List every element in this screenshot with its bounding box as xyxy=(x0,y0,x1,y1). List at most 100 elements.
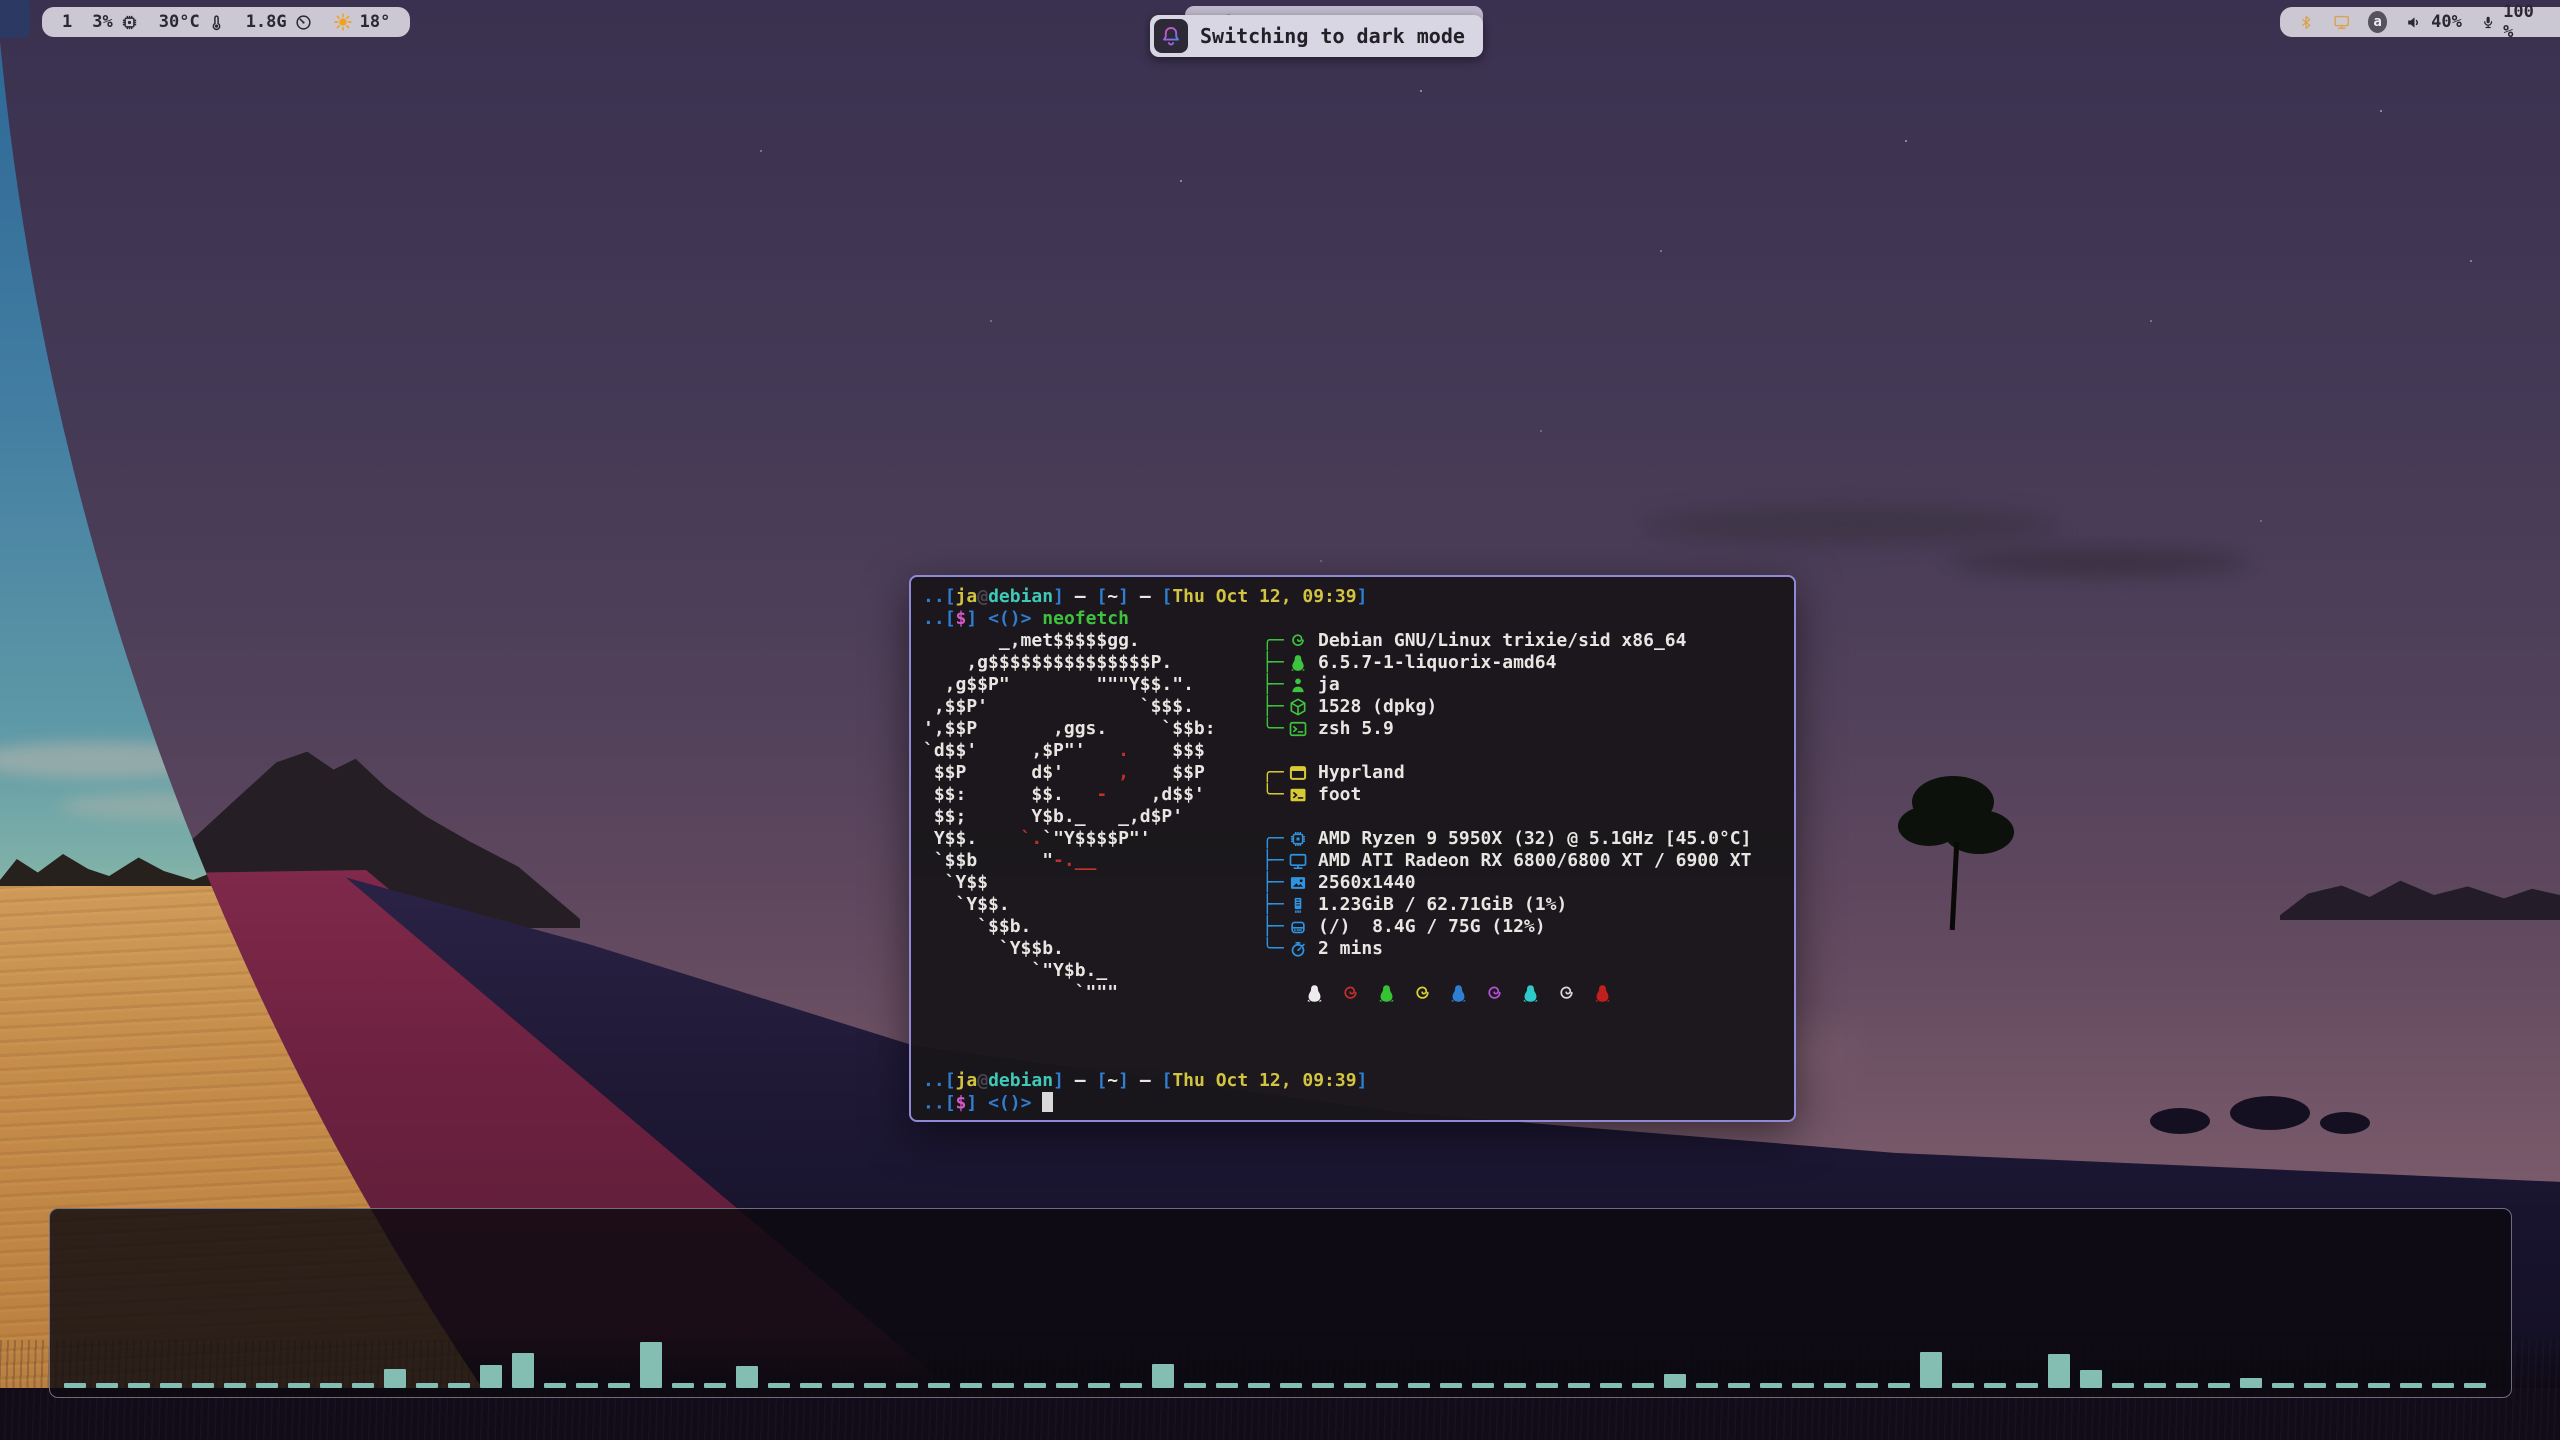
text-segment: neofetch xyxy=(1042,608,1129,629)
text-segment: ja xyxy=(956,1070,978,1091)
tree-branch: ├─ xyxy=(1262,850,1288,872)
text-segment: `""" xyxy=(923,982,1118,1003)
visualizer-bar xyxy=(128,1383,150,1388)
text-segment: Thu Oct 12, 09:39 xyxy=(1172,586,1356,607)
visualizer-bar xyxy=(672,1383,694,1388)
neofetch-info-row: ├─ 6.5.7-1-liquorix-amd64 xyxy=(1262,652,1751,674)
gpu-icon xyxy=(1288,851,1308,871)
visualizer-bar xyxy=(1600,1383,1622,1388)
visualizer-bar xyxy=(1024,1383,1046,1388)
visualizer-bar xyxy=(64,1383,86,1388)
blank-line xyxy=(1262,740,1751,762)
text-segment: @ xyxy=(977,586,988,607)
thermometer-icon xyxy=(207,13,226,32)
night-cloud xyxy=(1950,548,2250,576)
text-segment: .. xyxy=(923,1070,945,1091)
display-tray-icon[interactable] xyxy=(2333,12,2350,32)
terminal-icon-cell xyxy=(1288,785,1318,805)
neofetch-info-row: ├─2560x1440 xyxy=(1262,872,1751,894)
neofetch-info-row: ├─1528 (dpkg) xyxy=(1262,696,1751,718)
visualizer-bar xyxy=(1472,1383,1494,1388)
terminal-window[interactable]: ..[ja@debian] – [~] – [Thu Oct 12, 09:39… xyxy=(909,575,1796,1122)
tree-branch: ╰─ xyxy=(1262,784,1288,806)
terminal-icon xyxy=(1288,785,1308,805)
neofetch-info-row: ╰─2 mins xyxy=(1262,938,1751,960)
visualizer-bar xyxy=(1536,1383,1558,1388)
visualizer-bar xyxy=(1440,1383,1462,1388)
info-value: AMD Ryzen 9 5950X (32) @ 5.1GHz [45.0°C] xyxy=(1318,828,1751,850)
visualizer-bar xyxy=(2464,1383,2486,1388)
visualizer-bar xyxy=(160,1383,182,1388)
window-icon xyxy=(1288,763,1308,783)
visualizer-bar xyxy=(1344,1383,1366,1388)
ascii-art-line: `Y$$b. xyxy=(923,938,1216,960)
mic-widget[interactable]: 100 % xyxy=(2480,2,2547,42)
shell-icon-cell xyxy=(1288,719,1318,739)
package-icon xyxy=(1288,697,1308,717)
terminal-color-palette xyxy=(1262,982,1751,1004)
disk-icon-cell xyxy=(1288,917,1318,937)
bluetooth-icon[interactable] xyxy=(2298,13,2315,32)
neofetch-info-row: ╭─Hyprland xyxy=(1262,762,1751,784)
text-segment: `Y$$b. xyxy=(923,938,1064,959)
info-value: Hyprland xyxy=(1318,762,1405,784)
bush-silhouette xyxy=(2150,1108,2210,1134)
visualizer-bar xyxy=(2144,1383,2166,1388)
volume-widget[interactable]: 40% xyxy=(2405,12,2462,32)
tree-branch: ╭─ xyxy=(1262,828,1288,850)
debian-swirl-icon xyxy=(1288,631,1308,651)
tree-branch: ╰─ xyxy=(1262,718,1288,740)
ascii-art-line: $$; Y$b._ _,d$P' xyxy=(923,806,1216,828)
ascii-art-line: ,g$$$$$$$$$$$$$$$P. xyxy=(923,652,1216,674)
text-segment: ] xyxy=(966,1093,977,1114)
workspace-indicator[interactable]: 1 xyxy=(62,12,72,32)
weather-widget[interactable]: 18° xyxy=(333,12,391,32)
text-segment: .. xyxy=(923,608,945,629)
info-value: foot xyxy=(1318,784,1361,806)
memory-widget[interactable]: 1.8G xyxy=(246,12,313,32)
info-value: 2 mins xyxy=(1318,938,1383,960)
ascii-art-line: $$P d$' , $$P xyxy=(923,762,1216,784)
tux-icon xyxy=(1376,983,1397,1004)
text-segment: <()> xyxy=(988,608,1031,629)
bush-silhouette xyxy=(2230,1096,2310,1130)
visualizer-bar xyxy=(1888,1383,1910,1388)
tree-branch: ├─ xyxy=(1262,916,1288,938)
temperature-widget[interactable]: 30°C xyxy=(159,12,226,32)
visualizer-bar xyxy=(1184,1383,1206,1388)
text-segment: Thu Oct 12, 09:39 xyxy=(1172,1070,1356,1091)
bell-icon xyxy=(1159,24,1183,48)
volume-value: 40% xyxy=(2431,12,2462,32)
visualizer-bar xyxy=(1856,1383,1878,1388)
text-segment: `"Y$b._ xyxy=(923,960,1107,981)
notification-toast[interactable]: Switching to dark mode xyxy=(1150,15,1483,57)
info-value: 1.23GiB / 62.71GiB (1%) xyxy=(1318,894,1567,916)
text-segment xyxy=(1031,608,1042,629)
text-segment: – xyxy=(1064,586,1097,607)
debian-swirl-icon xyxy=(1484,983,1505,1004)
tree-branch: ├─ xyxy=(1262,674,1288,696)
tree-branch: ├─ xyxy=(1262,652,1288,674)
text-segment: $$P xyxy=(1129,762,1205,783)
shell-input-line[interactable]: ..[$] <()> xyxy=(923,1092,1367,1114)
text-segment: `$$b " xyxy=(923,850,1053,871)
cpu-usage[interactable]: 3% xyxy=(92,12,138,32)
text-segment: $ xyxy=(956,1093,967,1114)
text-segment: $ xyxy=(956,608,967,629)
text-segment: ] xyxy=(1118,1070,1129,1091)
cpu-chip-icon xyxy=(120,13,139,32)
neofetch-debian-ascii-art: _,met$$$$$gg. ,g$$$$$$$$$$$$$$$P. ,g$$P"… xyxy=(923,630,1216,1004)
neofetch-info-row: ╭─Debian GNU/Linux trixie/sid x86_64 xyxy=(1262,630,1751,652)
text-segment: <()> xyxy=(988,1093,1031,1114)
shell-icon xyxy=(1288,719,1308,739)
visualizer-bar xyxy=(1056,1383,1078,1388)
text-segment: -.__ xyxy=(1053,850,1096,871)
text-segment: ] xyxy=(1118,586,1129,607)
ascii-art-line: `Y$$ xyxy=(923,872,1216,894)
ascii-art-line: _,met$$$$$gg. xyxy=(923,630,1216,652)
visualizer-bar xyxy=(384,1369,406,1388)
visualizer-bar xyxy=(1120,1383,1142,1388)
tray-app-badge[interactable]: a xyxy=(2368,11,2387,33)
info-value: 6.5.7-1-liquorix-amd64 xyxy=(1318,652,1556,674)
cpu-percent-value: 3% xyxy=(92,12,112,32)
